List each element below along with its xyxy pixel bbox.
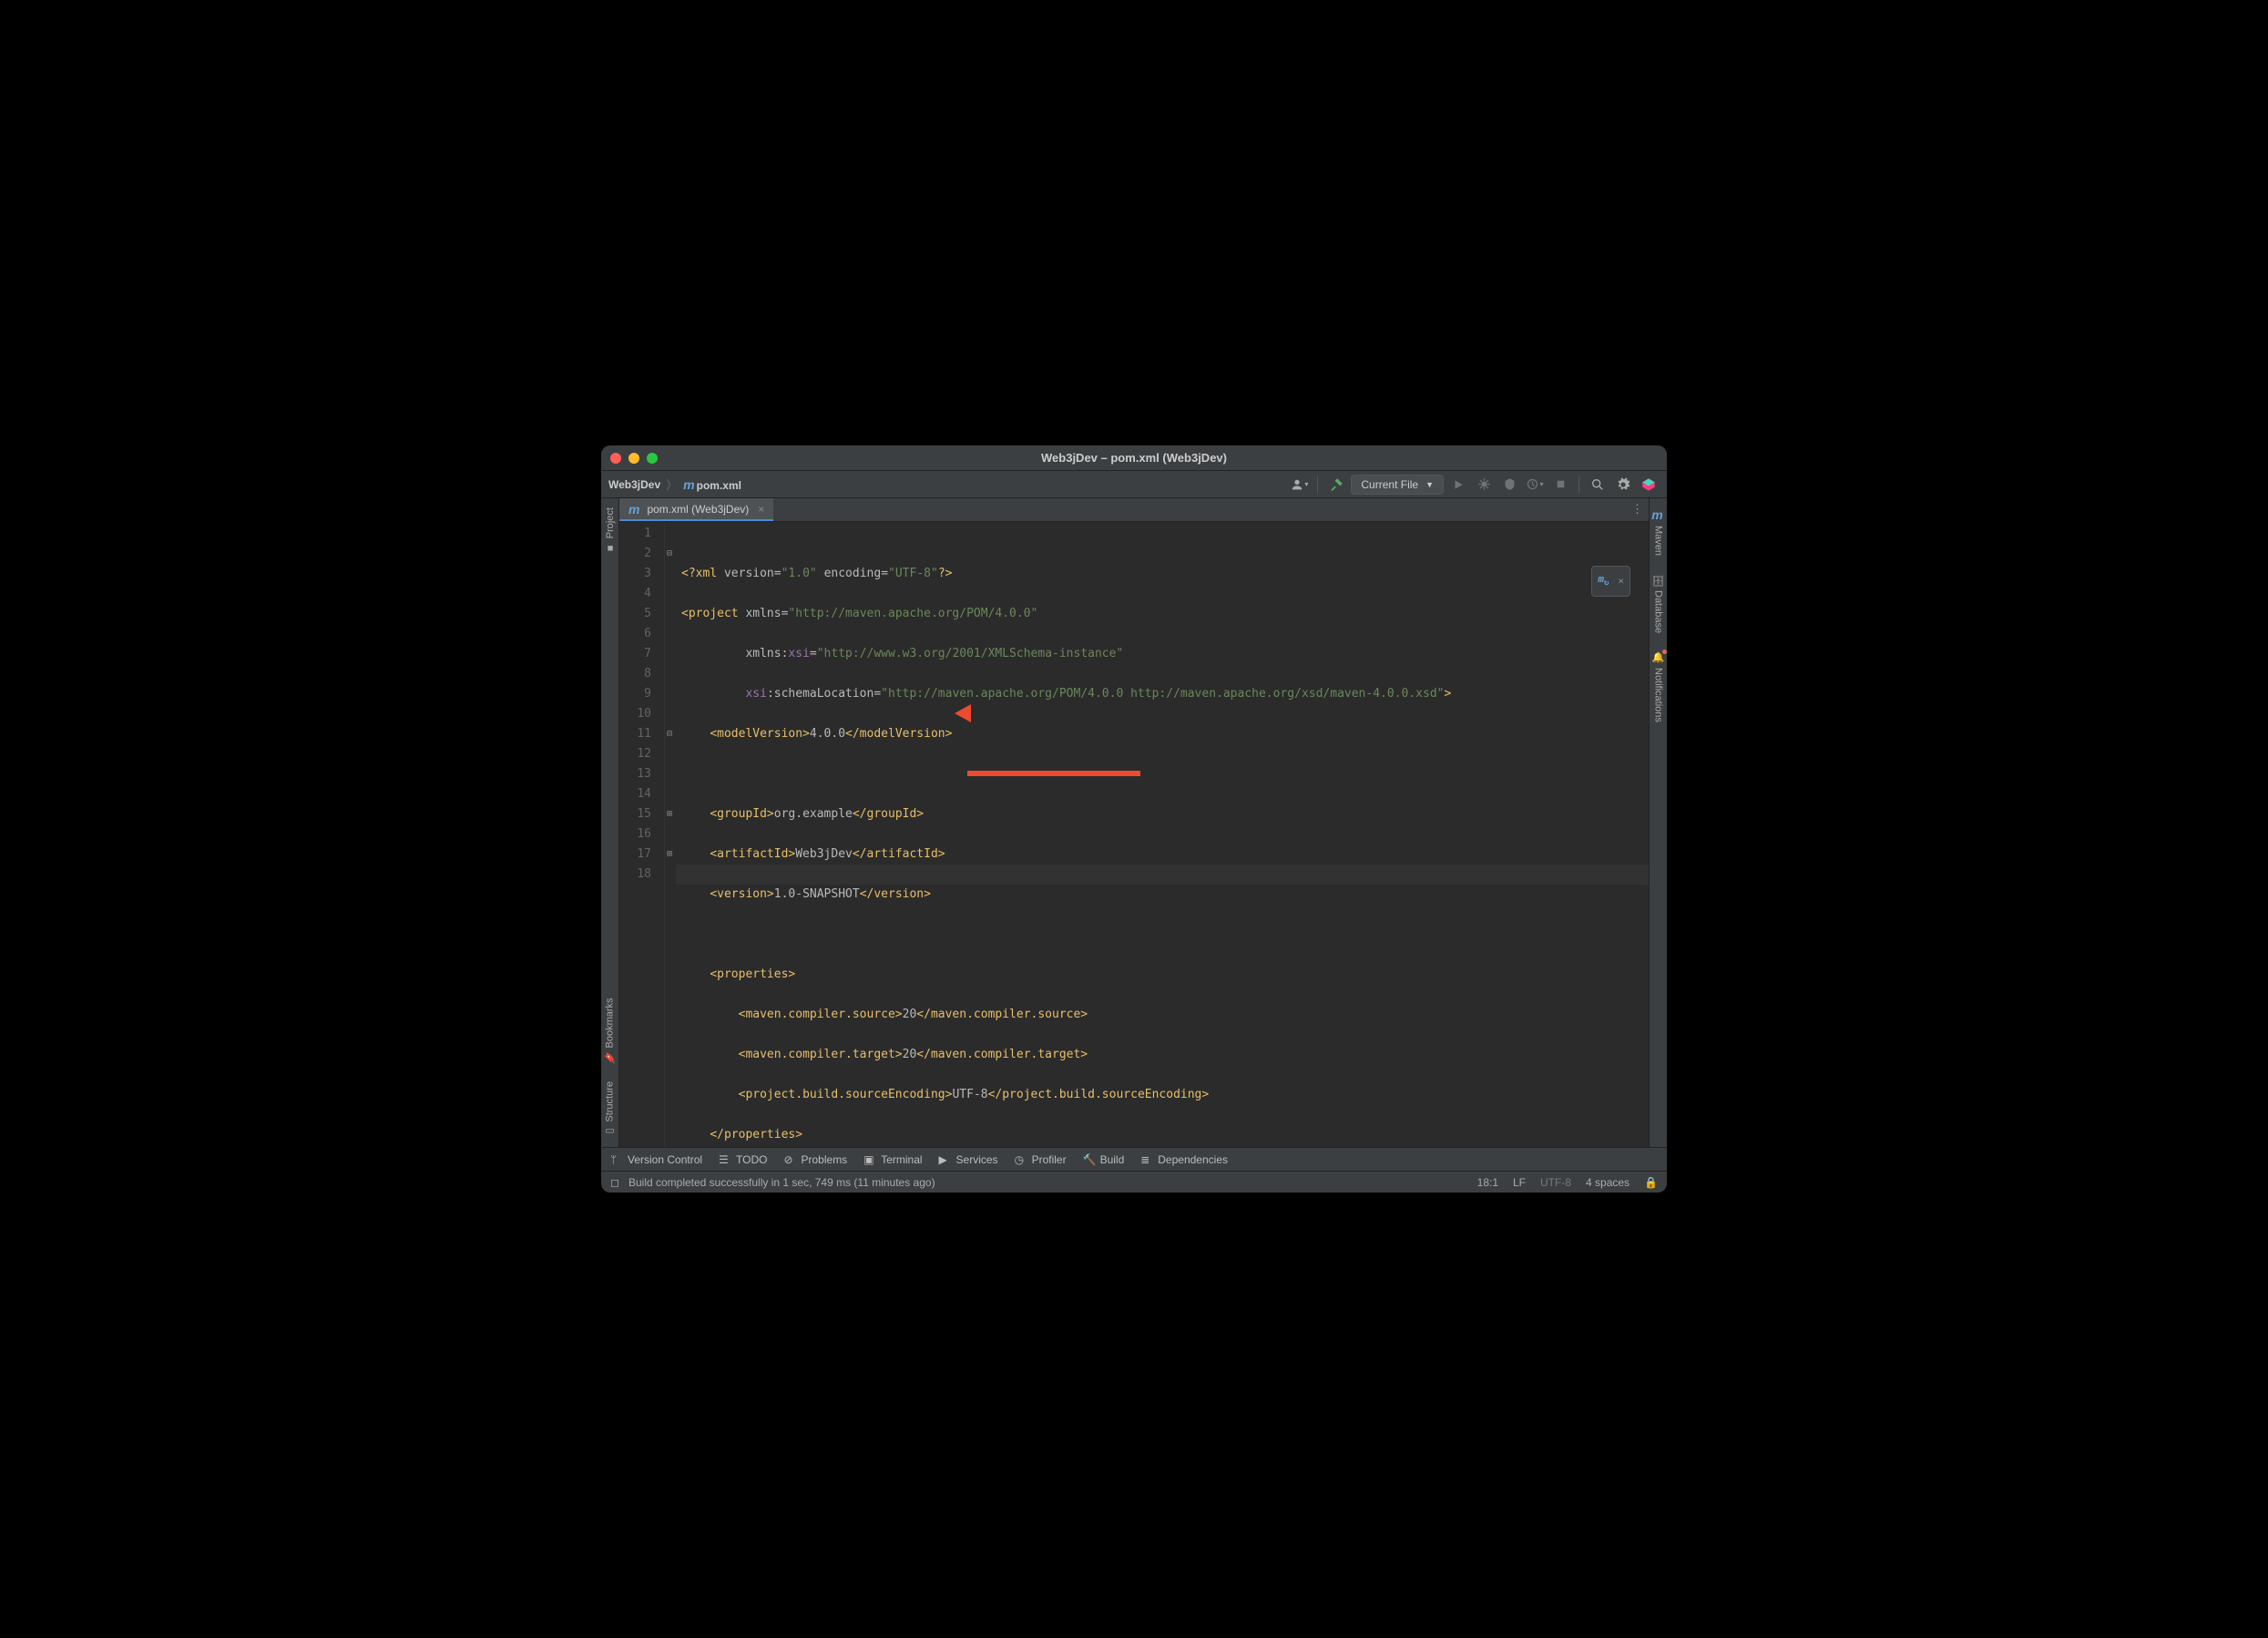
separator (1578, 476, 1579, 493)
fold-marker-icon[interactable]: ⊟ (667, 544, 672, 564)
search-icon[interactable] (1587, 474, 1609, 496)
maven-file-icon: m (628, 502, 639, 517)
fold-marker-icon[interactable]: ⊟ (667, 724, 672, 744)
breadcrumb: Web3jDev 〉 mpom.xml (608, 476, 1288, 493)
tab-pom-xml[interactable]: m pom.xml (Web3jDev) × (619, 498, 773, 521)
maximize-window[interactable] (647, 453, 658, 464)
terminal-tool[interactable]: ▣Terminal (863, 1153, 922, 1166)
profiler-tool[interactable]: ◷Profiler (1015, 1153, 1067, 1166)
maven-reload-widget[interactable]: m↻ × (1591, 566, 1630, 597)
window-controls (610, 453, 658, 464)
lock-icon[interactable]: 🔒 (1644, 1176, 1658, 1189)
status-message: Build completed successfully in 1 sec, 7… (628, 1176, 935, 1189)
code-editor[interactable]: 123456789101112131415161718 ⊟ ⊟ ⊞ ⊞ <?xm… (619, 522, 1649, 1147)
bookmarks-tool[interactable]: 🔖Bookmarks (604, 998, 616, 1063)
fold-end-icon[interactable]: ⊞ (667, 804, 672, 824)
structure-tool[interactable]: ▭Structure (604, 1081, 616, 1138)
fold-end-icon[interactable]: ⊞ (667, 845, 672, 865)
separator (1317, 476, 1318, 493)
line-separator[interactable]: LF (1513, 1176, 1526, 1189)
ide-window: Web3jDev – pom.xml (Web3jDev) Web3jDev 〉… (601, 445, 1667, 1193)
run-button[interactable] (1447, 474, 1469, 496)
bottom-tool-bar: ᛘVersion Control ☰TODO ⊘Problems ▣Termin… (601, 1147, 1667, 1171)
navigation-bar: Web3jDev 〉 mpom.xml ▾ Current File ▼ ▾ (601, 471, 1667, 498)
caret-line-highlight (676, 865, 1649, 885)
coverage-button[interactable] (1498, 474, 1520, 496)
dependencies-tool[interactable]: ≣Dependencies (1140, 1153, 1228, 1166)
problems-tool[interactable]: ⊘Problems (784, 1153, 848, 1166)
breadcrumb-project[interactable]: Web3jDev (608, 478, 660, 491)
database-tool[interactable]: 🗄Database (1652, 574, 1664, 633)
close-tab-icon[interactable]: × (758, 503, 764, 516)
indent-config[interactable]: 4 spaces (1586, 1176, 1629, 1189)
tool-windows-icon[interactable]: ◻ (610, 1176, 619, 1189)
right-tool-rail: mMaven 🗄Database 🔔Notifications (1649, 498, 1667, 1147)
services-tool[interactable]: ▶Services (939, 1153, 998, 1166)
editor-tabs: m pom.xml (Web3jDev) × ⋮ (619, 498, 1649, 522)
toolbar: ▾ Current File ▼ ▾ (1288, 474, 1660, 496)
inspection-ok-icon[interactable] (1618, 527, 1632, 542)
fold-gutter: ⊟ ⊟ ⊞ ⊞ (665, 522, 676, 1147)
project-tool[interactable]: ■Project (605, 507, 616, 553)
build-tool[interactable]: 🔨Build (1083, 1153, 1125, 1166)
breadcrumb-file[interactable]: mpom.xml (683, 477, 741, 492)
maven-reload-icon[interactable]: m↻ (1598, 569, 1609, 593)
caret-position[interactable]: 18:1 (1477, 1176, 1498, 1189)
debug-button[interactable] (1473, 474, 1495, 496)
profiler-button[interactable]: ▾ (1524, 474, 1546, 496)
editor-area: m pom.xml (Web3jDev) × ⋮ 123456789101112… (619, 498, 1649, 1147)
code-content[interactable]: <?xml version="1.0" encoding="UTF-8"?> <… (676, 522, 1649, 1147)
maven-tool[interactable]: mMaven (1651, 507, 1664, 556)
left-tool-rail: ■Project 🔖Bookmarks ▭Structure (601, 498, 619, 1147)
tabs-more-icon[interactable]: ⋮ (1631, 502, 1643, 517)
chevron-right-icon: 〉 (666, 476, 678, 493)
notifications-tool[interactable]: 🔔Notifications (1652, 651, 1664, 722)
todo-tool[interactable]: ☰TODO (719, 1153, 767, 1166)
window-title: Web3jDev – pom.xml (Web3jDev) (1041, 451, 1227, 465)
file-encoding[interactable]: UTF-8 (1540, 1176, 1571, 1189)
user-icon[interactable]: ▾ (1288, 474, 1310, 496)
content-area: ■Project 🔖Bookmarks ▭Structure m pom.xml… (601, 498, 1667, 1147)
close-window[interactable] (610, 453, 621, 464)
run-configuration-dropdown[interactable]: Current File ▼ (1351, 475, 1444, 495)
maven-file-icon: m (683, 477, 694, 492)
stop-button[interactable] (1549, 474, 1571, 496)
close-icon[interactable]: × (1618, 571, 1624, 591)
minimize-window[interactable] (628, 453, 639, 464)
build-hammer-icon[interactable] (1325, 474, 1347, 496)
settings-gear-icon[interactable] (1612, 474, 1634, 496)
jetbrains-toolbox-icon[interactable] (1638, 474, 1660, 496)
version-control-tool[interactable]: ᛘVersion Control (610, 1153, 702, 1166)
line-number-gutter: 123456789101112131415161718 (619, 522, 665, 1147)
titlebar: Web3jDev – pom.xml (Web3jDev) (601, 445, 1667, 471)
chevron-down-icon: ▼ (1425, 480, 1434, 489)
status-bar: ◻ Build completed successfully in 1 sec,… (601, 1171, 1667, 1193)
